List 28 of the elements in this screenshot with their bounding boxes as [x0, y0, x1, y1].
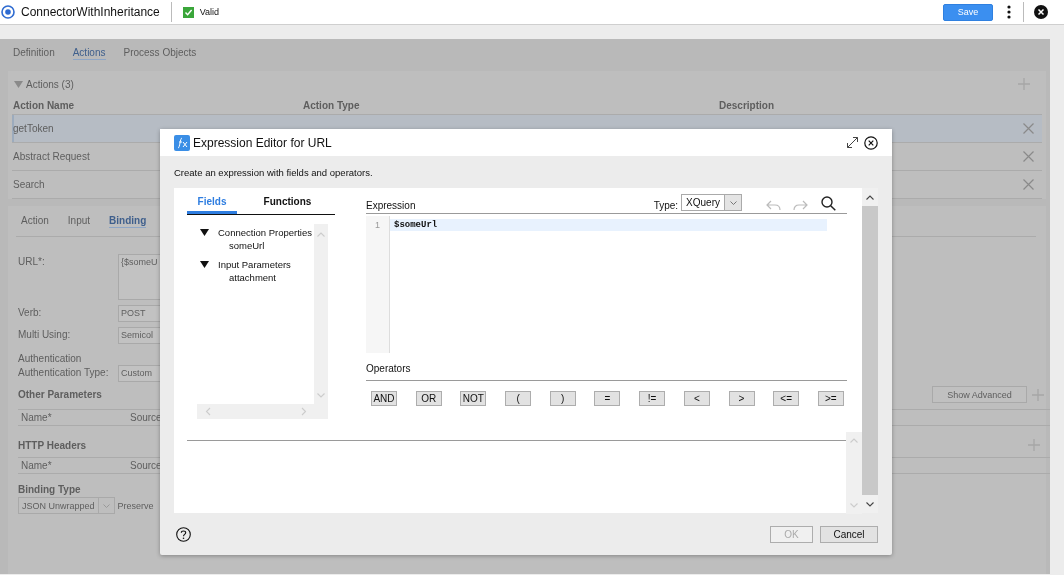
- section-label: Expression: [366, 200, 416, 211]
- action-name: getToken: [13, 123, 55, 134]
- column-header: Name*: [20, 460, 53, 471]
- app-title: ConnectorWithInheritance: [21, 5, 160, 19]
- field-label: Verb:: [18, 306, 43, 318]
- field-label: Type:: [653, 200, 679, 211]
- column-header: Action Type: [303, 100, 361, 111]
- column-header: Action Name: [13, 100, 76, 111]
- action-name: Abstract Request: [13, 151, 91, 162]
- field-label: Authentication Type:: [18, 366, 110, 378]
- section-label: Operators: [366, 363, 411, 374]
- instruction-text: Create an expression with fields and operators.: [174, 166, 373, 178]
- option-label: Preserve: [117, 500, 154, 511]
- column-header: Source: [130, 460, 162, 471]
- line-number: 1: [375, 220, 380, 230]
- action-name: Search: [13, 179, 46, 190]
- column-header: Name*: [20, 412, 53, 423]
- section-title: Actions (3): [26, 78, 74, 90]
- group-label: Authentication: [18, 353, 83, 364]
- field-label: Multi Using:: [18, 328, 72, 340]
- column-header: Description: [719, 100, 775, 111]
- column-header: Source: [130, 412, 162, 423]
- section-title: HTTP Headers: [18, 439, 87, 451]
- status-label: Valid: [199, 7, 220, 17]
- section-title: Binding Type: [18, 484, 82, 495]
- section-title: Other Parameters: [18, 389, 102, 400]
- dialog-title: Expression Editor for URL: [193, 135, 333, 150]
- field-label: URL*:: [18, 255, 46, 267]
